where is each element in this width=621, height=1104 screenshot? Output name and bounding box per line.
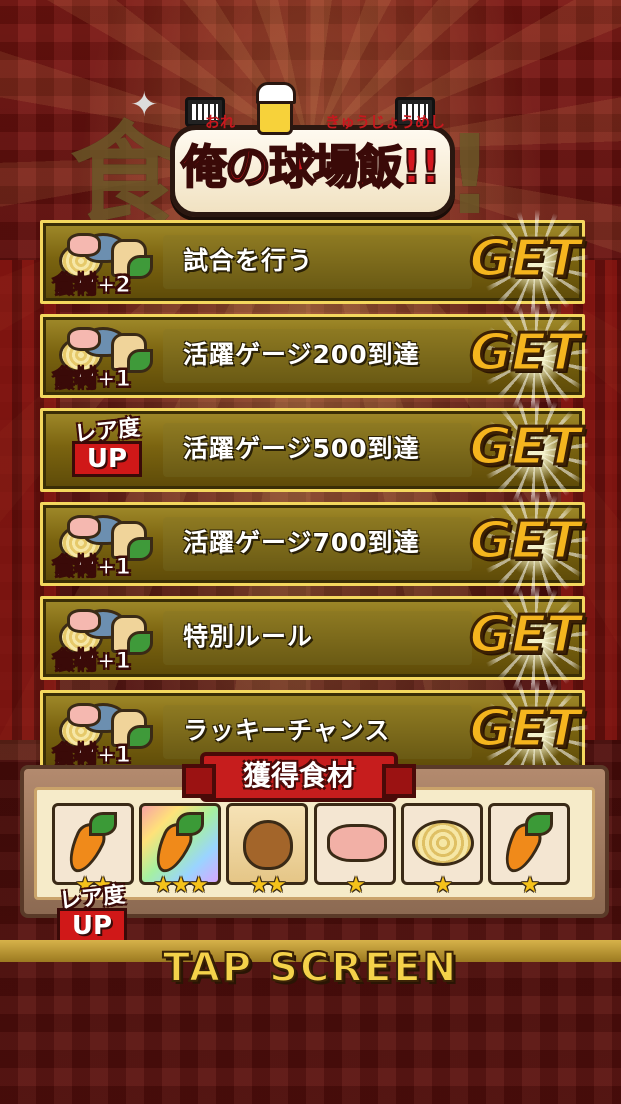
carrot-leaf-icon bbox=[525, 812, 553, 836]
get-stamp: GET bbox=[468, 698, 583, 761]
reward-amount: 食材+1 bbox=[53, 649, 132, 675]
sparkle-icon: ✦ bbox=[130, 85, 159, 125]
ingredient-bonus-icon: 食材+1 bbox=[49, 603, 161, 675]
get-stamp: GET bbox=[468, 228, 583, 291]
ingredient-item-onion[interactable]: ★★ bbox=[226, 803, 308, 898]
reward-row[interactable]: 食材+1 特別ルール GET bbox=[40, 585, 590, 695]
onion-icon bbox=[243, 820, 293, 870]
ingredient-item-noodle[interactable]: ★ bbox=[401, 803, 483, 898]
carrot-leaf-icon bbox=[176, 812, 204, 836]
ingredient-item-carrot[interactable]: ★ bbox=[488, 803, 570, 898]
get-stamp: GET bbox=[468, 604, 583, 667]
reward-row[interactable]: レア度 UP 活躍ゲージ500到達 GET bbox=[40, 397, 590, 507]
ingredient-item-carrot[interactable]: ★★ bbox=[52, 803, 134, 898]
ingredient-item-meat[interactable]: ★ bbox=[314, 803, 396, 898]
ingredient-bonus-icon: 食材+1 bbox=[49, 697, 161, 769]
get-stamp: GET bbox=[468, 510, 583, 573]
rarity-stars: ★★ bbox=[249, 873, 286, 898]
reward-amount: 食材+1 bbox=[53, 367, 132, 393]
reward-amount: 食材+1 bbox=[53, 555, 132, 581]
rarity-stars: ★ bbox=[520, 873, 540, 898]
condition-label: 試合を行う bbox=[183, 246, 314, 275]
logo-ruby: おれ きゅうじょうめし bbox=[205, 111, 445, 132]
ingredient-bonus-icon: 食材+1 bbox=[49, 509, 161, 581]
rarity-stars: ★ bbox=[433, 873, 453, 898]
meat-icon bbox=[327, 824, 387, 862]
logo-ruby-right: きゅうじょうめし bbox=[324, 113, 445, 131]
rarity-label: レア度 bbox=[58, 882, 127, 915]
rarity-label: レア度 bbox=[73, 415, 142, 448]
ingredient-bonus-icon: 食材+1 bbox=[49, 321, 161, 393]
reward-row[interactable]: 食材+1 活躍ゲージ200到達 GET bbox=[40, 303, 590, 413]
condition-label: 活躍ゲージ500到達 bbox=[183, 434, 420, 463]
rarity-up-badge: レア度 UP bbox=[57, 413, 157, 485]
condition-label: 活躍ゲージ200到達 bbox=[183, 340, 420, 369]
panel-title: 獲得食材 bbox=[182, 752, 416, 802]
condition-label: 活躍ゲージ700到達 bbox=[183, 528, 420, 557]
condition-label: ラッキーチャンス bbox=[183, 716, 391, 745]
reward-row[interactable]: 食材+1 活躍ゲージ700到達 GET bbox=[40, 491, 590, 601]
reward-list: 食材+2 試合を行う GET 食材+1 活躍ゲージ200到達 GET レア度 U… bbox=[40, 209, 590, 789]
rarity-stars: ★★★ bbox=[153, 873, 208, 898]
logo-title: 俺の球場飯!! bbox=[180, 139, 442, 195]
rarity-stars: ★ bbox=[346, 873, 366, 898]
ingredient-bonus-icon: 食材+2 bbox=[49, 227, 161, 299]
reward-row[interactable]: 食材+2 試合を行う GET bbox=[40, 209, 590, 319]
condition-label: 特別ルール bbox=[183, 622, 314, 651]
reward-amount: 食材+2 bbox=[53, 273, 132, 299]
ingredient-item-carrot[interactable]: ★★★ bbox=[139, 803, 221, 898]
carrot-leaf-icon bbox=[89, 812, 117, 836]
logo-ruby-left: おれ bbox=[205, 113, 236, 131]
noodle-icon bbox=[412, 820, 474, 866]
get-stamp: GET bbox=[468, 322, 583, 385]
get-stamp: GET bbox=[468, 416, 583, 479]
game-logo: おれ きゅうじょうめし 俺の球場飯!! bbox=[165, 82, 455, 217]
tap-screen-prompt[interactable]: TAP SCREEN bbox=[0, 944, 621, 992]
